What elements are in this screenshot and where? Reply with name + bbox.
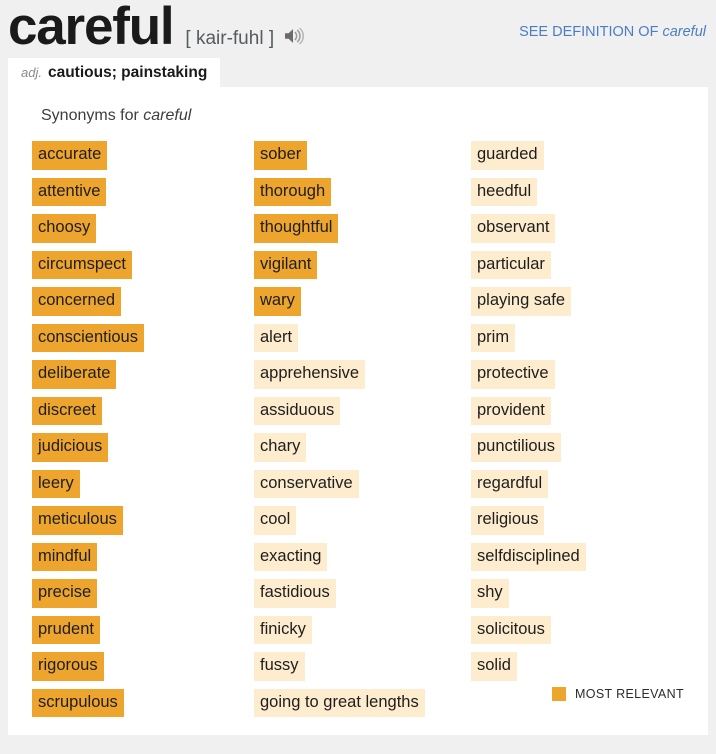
synonym-chip[interactable]: prudent: [32, 615, 100, 644]
synonym-chip[interactable]: going to great lengths: [254, 688, 425, 717]
synonyms-heading-word: careful: [143, 107, 192, 124]
pronunciation: [ kair-fuhl ]: [185, 28, 275, 49]
synonym-chip[interactable]: scrupulous: [32, 688, 124, 717]
synonym-chip[interactable]: cool: [254, 506, 297, 535]
synonym-chip[interactable]: protective: [471, 360, 555, 389]
synonym-chip[interactable]: apprehensive: [254, 360, 366, 389]
page-title: careful: [8, 0, 175, 56]
synonym-chip[interactable]: playing safe: [471, 287, 572, 316]
pos-abbreviation: adj.: [21, 65, 42, 80]
synonym-chip[interactable]: provident: [471, 396, 551, 425]
synonym-chip[interactable]: finicky: [254, 615, 312, 644]
legend-label: MOST RELEVANT: [575, 687, 684, 701]
see-definition-link[interactable]: SEE DEFINITION OF careful: [519, 24, 706, 40]
synonym-chip[interactable]: sober: [254, 141, 308, 170]
synonym-chip[interactable]: fastidious: [254, 579, 336, 608]
synonym-chip[interactable]: thoughtful: [254, 214, 339, 243]
synonym-chip[interactable]: prim: [471, 323, 516, 352]
synonym-chip[interactable]: meticulous: [32, 506, 123, 535]
synonym-chip[interactable]: observant: [471, 214, 556, 243]
synonym-chip[interactable]: conservative: [254, 469, 359, 498]
headword-group: careful [ kair-fuhl ]: [8, 0, 305, 53]
synonyms-heading: Synonyms for careful: [41, 107, 684, 125]
synonyms-heading-prefix: Synonyms for: [41, 107, 144, 124]
synonym-chip[interactable]: heedful: [471, 177, 538, 206]
synonym-chip[interactable]: particular: [471, 250, 551, 279]
synonym-column-2: sober thorough thoughtful vigilant wary alert…: [254, 141, 471, 725]
synonym-chip[interactable]: punctilious: [471, 433, 561, 462]
synonym-chip[interactable]: chary: [254, 433, 307, 462]
synonym-chip[interactable]: shy: [471, 579, 509, 608]
synonym-chip[interactable]: accurate: [32, 141, 108, 170]
synonyms-card: Synonyms for careful accurate attentive ch…: [8, 87, 708, 735]
synonym-columns: accurate attentive choosy circumspect concer…: [32, 141, 684, 725]
synonym-chip[interactable]: circumspect: [32, 250, 133, 279]
see-definition-prefix: SEE DEFINITION OF: [519, 24, 663, 40]
synonym-chip[interactable]: fussy: [254, 652, 305, 681]
synonym-chip[interactable]: vigilant: [254, 250, 318, 279]
page-header: careful [ kair-fuhl ] SEE DEFINITION OF …: [0, 0, 716, 58]
speaker-icon[interactable]: [283, 26, 305, 46]
synonym-chip[interactable]: religious: [471, 506, 545, 535]
legend-swatch-icon: [552, 687, 567, 701]
synonym-chip[interactable]: discreet: [32, 396, 102, 425]
synonym-chip[interactable]: deliberate: [32, 360, 117, 389]
synonym-chip[interactable]: judicious: [32, 433, 109, 462]
synonym-chip[interactable]: concerned: [32, 287, 122, 316]
see-definition-word: careful: [662, 24, 706, 40]
synonym-chip[interactable]: mindful: [32, 542, 98, 571]
synonym-chip[interactable]: conscientious: [32, 323, 144, 352]
synonym-column-3: guarded heedful observant particular playing…: [471, 141, 671, 689]
synonym-chip[interactable]: solicitous: [471, 615, 551, 644]
pos-definition: cautious; painstaking: [47, 64, 208, 81]
synonym-chip[interactable]: solid: [471, 652, 517, 681]
tab-adjective[interactable]: adj. cautious; painstaking: [8, 58, 221, 89]
synonym-chip[interactable]: guarded: [471, 141, 544, 170]
synonym-chip[interactable]: attentive: [32, 177, 107, 206]
synonym-chip[interactable]: precise: [32, 579, 98, 608]
synonym-chip[interactable]: regardful: [471, 469, 549, 498]
synonym-chip[interactable]: thorough: [254, 177, 332, 206]
synonym-chip[interactable]: exacting: [254, 542, 328, 571]
synonym-chip[interactable]: rigorous: [32, 652, 104, 681]
synonym-chip[interactable]: alert: [254, 323, 299, 352]
synonym-column-1: accurate attentive choosy circumspect concer…: [32, 141, 254, 725]
synonym-chip[interactable]: selfdisciplined: [471, 542, 586, 571]
synonym-chip[interactable]: choosy: [32, 214, 97, 243]
pos-tab-row: adj. cautious; painstaking: [0, 58, 716, 89]
synonym-chip[interactable]: leery: [32, 469, 80, 498]
synonym-chip[interactable]: wary: [254, 287, 301, 316]
relevance-legend: MOST RELEVANT: [552, 687, 684, 701]
synonym-chip[interactable]: assiduous: [254, 396, 341, 425]
